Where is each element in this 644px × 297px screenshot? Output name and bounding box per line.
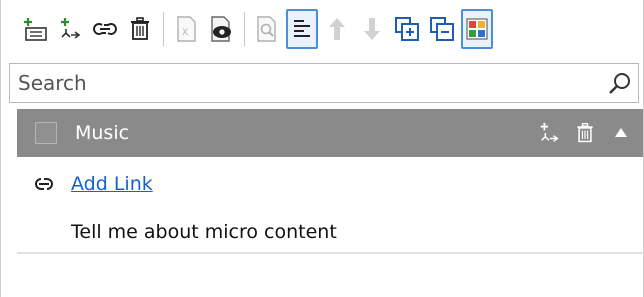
category-title: Music: [75, 122, 130, 144]
link-button[interactable]: [89, 9, 121, 49]
add-category-icon: [61, 18, 81, 39]
toolbar-separator: [163, 12, 164, 46]
add-link-row: Add Link: [31, 164, 153, 204]
add-item-icon: [24, 18, 47, 41]
list-item-label: Tell me about micro content: [71, 221, 337, 243]
add-category-button[interactable]: [54, 9, 86, 49]
svg-text:X: X: [182, 28, 188, 38]
trash-icon: [577, 123, 593, 143]
move-down-button[interactable]: [356, 9, 388, 49]
add-subcategory-button[interactable]: [535, 113, 563, 153]
color-grid-button[interactable]: [461, 9, 493, 49]
add-category-icon: [540, 122, 559, 142]
list-view-button[interactable]: [286, 9, 318, 49]
expand-all-button[interactable]: [391, 9, 423, 49]
delete-button[interactable]: [124, 9, 156, 49]
color-grid-icon: [466, 18, 488, 40]
arrow-up-icon: [329, 18, 345, 40]
toolbar-separator: [244, 12, 245, 46]
trash-icon: [131, 17, 149, 40]
link-icon: [31, 172, 61, 196]
search-box: [9, 63, 639, 103]
add-link-link[interactable]: Add Link: [71, 173, 153, 195]
divider: [17, 252, 643, 254]
search-content-button[interactable]: [251, 9, 283, 49]
link-icon: [93, 23, 117, 35]
toolbar: X: [1, 0, 643, 58]
preview-button[interactable]: [205, 9, 237, 49]
export-button[interactable]: X: [170, 9, 202, 49]
collapse-all-button[interactable]: [426, 9, 458, 49]
triangle-up-icon: [615, 128, 627, 137]
micro-content-panel: X Search Music Add Link Tell me about mi…: [0, 0, 644, 297]
category-checkbox[interactable]: [35, 122, 57, 144]
eye-icon: [211, 16, 231, 42]
category-header[interactable]: Music: [17, 109, 643, 157]
list-icon: [294, 20, 310, 37]
add-item-button[interactable]: [19, 9, 51, 49]
magnifier-icon: [257, 16, 276, 42]
expand-all-icon: [395, 17, 419, 41]
list-item[interactable]: Tell me about micro content: [71, 214, 337, 250]
move-up-button[interactable]: [321, 9, 353, 49]
delete-category-button[interactable]: [571, 113, 599, 153]
collapse-all-icon: [430, 17, 454, 41]
excel-icon: X: [177, 16, 196, 42]
arrow-down-icon: [364, 18, 380, 40]
search-input[interactable]: [10, 64, 602, 102]
collapse-category-button[interactable]: [607, 113, 635, 153]
search-icon[interactable]: [602, 64, 638, 102]
